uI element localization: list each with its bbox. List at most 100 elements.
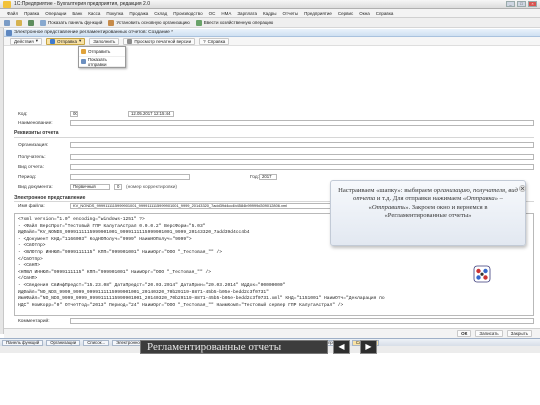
menu-item-warehouse[interactable]: Склад: [151, 11, 170, 16]
callout-text: и т.д. Для отправки нажимаем «: [375, 195, 467, 203]
print-preview-button[interactable]: Просмотр печатной версии: [123, 37, 196, 45]
menu-item-sales[interactable]: Продажа: [126, 11, 151, 16]
window-titlebar: 1С:Предприятие - Бухгалтерия предприятия…: [0, 0, 540, 9]
menu-item-windows[interactable]: Окна: [356, 11, 372, 16]
new-document-icon[interactable]: [4, 19, 10, 26]
send-dropdown-menu: Отправить Показать отправки: [78, 46, 126, 68]
task-list[interactable]: Список...: [83, 339, 110, 346]
show-sends-option[interactable]: Показать отправки: [79, 57, 125, 67]
callout-emphasis: Отправить: [371, 203, 406, 211]
name-label: Наименование:: [18, 121, 53, 126]
filename-label: Имя файла:: [18, 204, 45, 209]
show-functions-panel-button[interactable]: Показать панель функций: [40, 19, 102, 26]
xml-line: </СвНП>: [18, 276, 38, 282]
menu-item-production[interactable]: Производство: [170, 11, 205, 16]
app-logo-icon: [3, 1, 11, 8]
main-toolbar: Показать панель функций Установить основ…: [0, 18, 540, 28]
report-type-label: Вид отчета:: [18, 165, 44, 170]
operation-icon: [195, 19, 202, 26]
document-title: Электронное представление регламентирова…: [14, 30, 174, 35]
help-label: Справка: [207, 38, 226, 44]
assistant-icon: [473, 265, 491, 283]
save-button[interactable]: Записать: [475, 330, 503, 337]
send-icon: [49, 38, 55, 44]
arrow-right-icon: ▶: [365, 342, 372, 351]
xml-line: ИмяФайл="NO_NDS_9999_9999_99991111159999…: [18, 296, 385, 302]
next-slide-button[interactable]: ▶: [360, 340, 377, 354]
window-title: 1С:Предприятие - Бухгалтерия предприятия…: [14, 1, 150, 7]
organization-label: Организация:: [18, 143, 49, 148]
date-field[interactable]: 12.05.2017 12:15:44: [128, 111, 174, 117]
report-type-field[interactable]: [70, 164, 534, 170]
menu-item-service[interactable]: Сервис: [335, 11, 356, 16]
actions-button[interactable]: Действия ▾: [10, 37, 42, 45]
slide-caption: Регламентированные отчеты: [140, 340, 328, 354]
menu-item-bank[interactable]: Банк: [69, 11, 85, 16]
window-controls: _ □ ×: [506, 1, 537, 7]
menu-item-intangibles[interactable]: НМА: [218, 11, 234, 16]
comment-field[interactable]: [70, 318, 534, 324]
left-pane-edge: [0, 28, 4, 334]
year-label: Год:: [250, 175, 259, 180]
print-preview-label: Просмотр печатной версии: [134, 38, 192, 44]
callout-emphasis: Отправка: [466, 195, 495, 203]
menu-item-edit[interactable]: Правка: [21, 11, 42, 16]
previous-slide-button[interactable]: ◀: [333, 340, 350, 354]
divider: [14, 137, 534, 138]
maximize-button[interactable]: □: [517, 1, 526, 7]
document-titlebar: Электронное представление регламентирова…: [4, 29, 540, 37]
close-window-button[interactable]: ×: [528, 1, 537, 7]
fill-label: Заполнить: [93, 38, 116, 44]
xml-line: - <ЮЛОтпр ИННЮЛ="9999111115" КПП="999901…: [18, 249, 222, 255]
receiver-field[interactable]: [70, 154, 534, 160]
menu-item-staff[interactable]: Кадры: [260, 11, 280, 16]
code-field[interactable]: 00: [70, 111, 78, 117]
ok-button[interactable]: ОК: [457, 330, 472, 337]
instruction-callout: Настраиваем «шапку»: выбираем организаци…: [330, 180, 526, 246]
menu-item-help[interactable]: Справка: [373, 11, 397, 16]
actions-label: Действия: [14, 38, 34, 44]
enter-operation-label: Ввести хозяйственную операцию: [203, 20, 274, 25]
menu-item-salary[interactable]: Зарплата: [234, 11, 260, 16]
envelope-icon: [81, 49, 86, 54]
form-buttons: ОК Записать Закрыть: [4, 328, 540, 338]
open-folder-icon[interactable]: [16, 19, 22, 26]
menu-item-operations[interactable]: Операции: [42, 11, 69, 16]
set-main-org-button[interactable]: Установить основную организацию: [108, 19, 190, 26]
menu-item-fixed-assets[interactable]: ОС: [206, 11, 219, 16]
chevron-down-icon: ▾: [35, 38, 38, 43]
year-field[interactable]: 2017: [259, 174, 277, 180]
document-toolbar: Действия ▾ Отправка ▾ Заполнить Просмотр п…: [4, 37, 540, 46]
doctype-label: Вид документа:: [18, 185, 53, 190]
close-button[interactable]: Закрыть: [506, 330, 532, 337]
callout-text: Настраиваем «шапку»: выбираем: [338, 187, 434, 194]
menu-item-cash[interactable]: Касса: [85, 11, 103, 16]
name-field[interactable]: [70, 120, 534, 126]
minimize-button[interactable]: _: [506, 1, 515, 7]
comment-label: Комментарий:: [18, 319, 50, 324]
period-field[interactable]: [70, 174, 190, 180]
xml-line: </СвОтпр>: [18, 256, 43, 262]
organization-icon: [108, 19, 115, 26]
doctype-select[interactable]: Первичный: [70, 184, 110, 190]
save-icon[interactable]: [28, 19, 34, 26]
fill-button[interactable]: Заполнить: [89, 37, 120, 45]
help-button[interactable]: ? Справка: [199, 37, 230, 45]
callout-close-icon[interactable]: [519, 185, 526, 192]
correction-number-field[interactable]: 0: [114, 184, 122, 190]
task-organizations[interactable]: Организации: [46, 339, 81, 346]
organization-field[interactable]: [70, 142, 534, 148]
send-option[interactable]: Отправить: [79, 47, 125, 57]
set-main-org-label: Установить основную организацию: [116, 20, 190, 25]
menu-item-enterprise[interactable]: Предприятие: [301, 11, 335, 16]
printer-icon: [127, 38, 133, 44]
send-option-label: Отправить: [88, 49, 111, 54]
task-functions-panel[interactable]: Панель функций: [2, 339, 44, 346]
slide-bottom-area: [0, 353, 540, 405]
menu-item-file[interactable]: Файл: [4, 11, 21, 16]
menu-item-purchase[interactable]: Покупка: [103, 11, 126, 16]
enter-operation-button[interactable]: Ввести хозяйственную операцию: [195, 19, 274, 26]
receiver-label: Получатель:: [18, 155, 46, 160]
menu-item-reports[interactable]: Отчеты: [280, 11, 302, 16]
send-menu-button[interactable]: Отправка ▾: [45, 37, 86, 45]
